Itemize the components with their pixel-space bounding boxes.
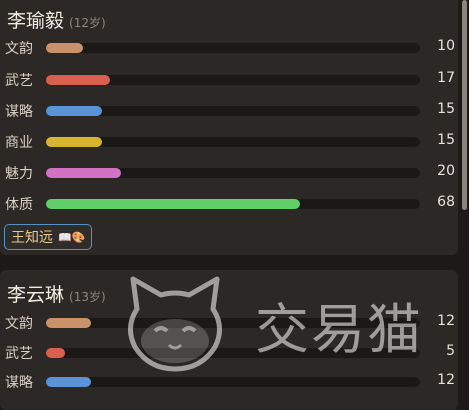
stat-value: 17 [437,70,455,86]
stat-track [46,106,420,116]
stat-row-wenyun: 文韵 12 [0,312,458,334]
stat-row-tizhi: 体质 68 [0,193,458,215]
book-palette-icon: 📖🎨 [58,230,86,244]
stat-bar [46,168,121,178]
stat-track [46,318,420,328]
character-age: (13岁) [69,290,106,304]
stat-value: 15 [437,101,455,117]
stat-row-shangye: 商业 15 [0,131,458,153]
character-header: 李云琳 (13岁) [7,280,106,307]
stat-track [46,137,420,147]
stat-track [46,43,420,53]
stat-row-moulue: 谋略 12 [0,371,458,393]
stat-bar [46,75,110,85]
stat-label: 谋略 [5,104,33,120]
character-header: 李瑜毅 (12岁) [7,6,106,33]
character-card-1: 李瑜毅 (12岁) 文韵 10 武艺 17 谋略 15 商业 15 魅力 20 … [0,0,458,255]
character-age: (12岁) [69,16,106,30]
stat-label: 武艺 [5,73,33,89]
stat-value: 15 [437,132,455,148]
stat-value: 12 [437,372,455,388]
stat-bar [46,199,301,209]
mentor-name: 王知远 [11,230,53,246]
stat-row-meili: 魅力 20 [0,162,458,184]
stat-value: 68 [437,194,455,210]
stat-value: 12 [437,313,455,329]
stat-track [46,377,420,387]
character-card-2: 李云琳 (13岁) 文韵 12 武艺 5 谋略 12 [0,270,458,410]
stat-track [46,199,420,209]
stat-row-wenyun: 文韵 10 [0,37,458,59]
stat-row-wuyi: 武艺 5 [0,342,458,364]
stat-label: 文韵 [5,41,33,57]
stat-track [46,168,420,178]
stat-bar [46,318,91,328]
stat-row-moulue: 谋略 15 [0,100,458,122]
stat-bar [46,377,91,387]
stat-value: 20 [437,163,455,179]
stat-value: 5 [446,343,455,359]
stat-row-wuyi: 武艺 17 [0,69,458,91]
stat-label: 文韵 [5,316,33,332]
stat-value: 10 [437,38,455,54]
stat-bar [46,43,84,53]
character-name: 李瑜毅 [7,10,65,32]
stat-label: 武艺 [5,346,33,362]
stat-label: 魅力 [5,166,33,182]
stat-label: 谋略 [5,375,33,391]
mentor-tag-button[interactable]: 王知远 📖🎨 [4,224,93,250]
scrollbar-thumb[interactable] [462,0,467,210]
stat-label: 商业 [5,135,33,151]
stat-label: 体质 [5,197,33,213]
stat-bar [46,137,103,147]
stat-track [46,348,420,358]
stat-bar [46,348,65,358]
stat-bar [46,106,103,116]
stat-track [46,75,420,85]
character-name: 李云琳 [7,284,65,306]
